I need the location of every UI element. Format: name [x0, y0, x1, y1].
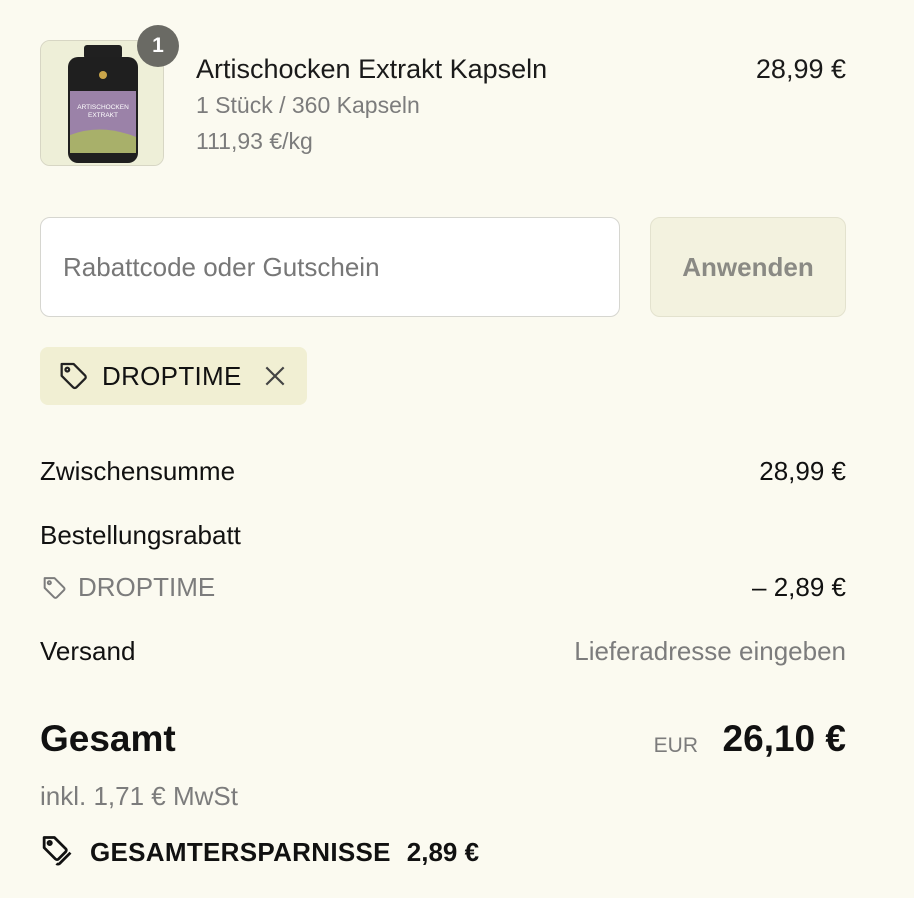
remove-discount-button[interactable]: [262, 363, 288, 389]
bottle-label-line1: ARTISCHOCKEN: [77, 104, 129, 111]
tag-icon: [56, 359, 90, 393]
applied-discount-code: DROPTIME: [102, 360, 242, 391]
total-label: Gesamt: [40, 718, 176, 759]
savings-label: GESAMTERSPARNISSE: [90, 836, 391, 867]
close-icon: [265, 366, 285, 386]
discount-code-row: DROPTIME: [40, 572, 215, 603]
vat-note: inkl. 1,71 € MwSt: [40, 781, 238, 811]
discount-code-input[interactable]: [40, 217, 620, 317]
product-unit-price: 111,93 €/kg: [196, 128, 313, 154]
summary-discount-code: DROPTIME: [78, 572, 216, 602]
discount-value: – 2,89 €: [752, 572, 846, 602]
savings-value: 2,89 €: [406, 836, 480, 867]
total-savings: GESAMTERSPARNISSE 2,89 €: [40, 834, 479, 870]
product-title: Artischocken Extrakt Kapseln: [196, 54, 548, 84]
total-currency: EUR: [653, 734, 698, 757]
shipping-value: Lieferadresse eingeben: [574, 636, 846, 666]
order-discount-label: Bestellungsrabatt: [40, 520, 241, 550]
quantity-badge: 1: [137, 25, 179, 67]
shipping-label: Versand: [40, 636, 136, 666]
applied-discount-chip: DROPTIME: [40, 347, 307, 405]
tag-icon: [40, 574, 68, 602]
product-variant: 1 Stück / 360 Kapseln: [196, 92, 420, 118]
subtotal-value: 28,99 €: [759, 456, 846, 486]
subtotal-label: Zwischensumme: [40, 456, 236, 486]
product-price: 28,99 €: [755, 54, 846, 84]
tags-icon: [40, 834, 76, 870]
total-value: 26,10 €: [722, 718, 846, 759]
bottle-label-line2: EXTRAKT: [88, 112, 118, 119]
apply-discount-button[interactable]: Anwenden: [650, 217, 846, 317]
